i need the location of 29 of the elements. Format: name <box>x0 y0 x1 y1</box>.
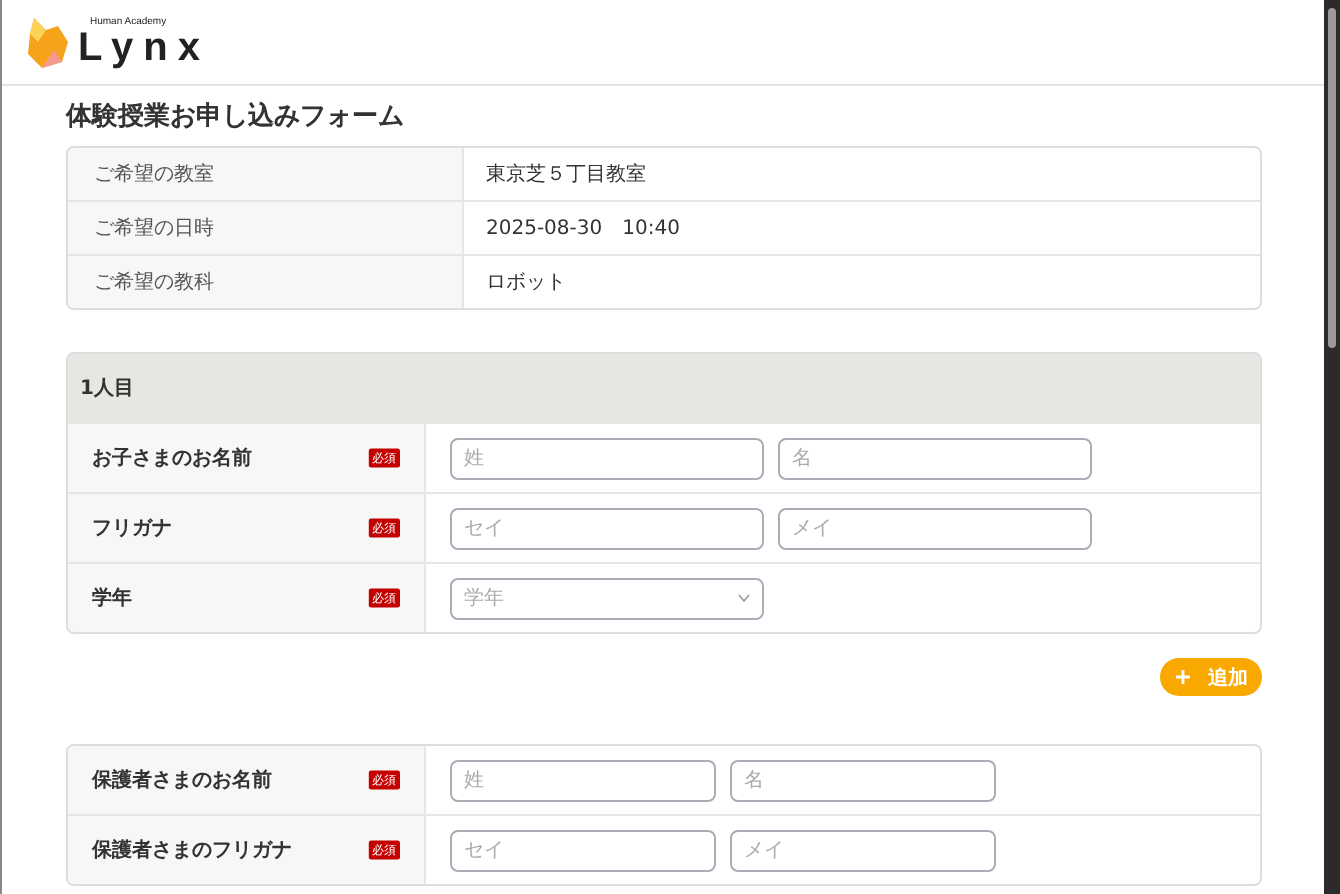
summary-label: ご希望の日時 <box>94 215 214 242</box>
lynx-head-icon <box>26 14 70 70</box>
summary-value: 2025-08-30 10:40 <box>486 216 680 242</box>
summary-label: ご希望の教科 <box>94 269 214 296</box>
field-label: フリガナ <box>92 516 172 542</box>
summary-value: 東京芝５丁目教室 <box>486 161 646 188</box>
text-field[interactable]: メイ <box>730 829 996 871</box>
field-label: 保護者さまのお名前 <box>92 767 272 794</box>
text-field[interactable]: 姓 <box>450 437 764 479</box>
add-button[interactable]: 追加 <box>1160 658 1262 696</box>
plus-icon <box>1176 670 1190 684</box>
page-title: 体験授業お申し込みフォーム <box>66 99 406 134</box>
field-label: お子さまのお名前 <box>92 445 252 472</box>
grade-select[interactable]: 学年 <box>450 577 764 619</box>
text-field[interactable]: 名 <box>778 437 1092 479</box>
text-field[interactable]: セイ <box>450 829 716 871</box>
section-heading: 1人目 <box>80 375 134 402</box>
field-label: 保護者さまのフリガナ <box>92 837 292 864</box>
logo-wordmark: Lynx <box>78 28 210 68</box>
text-field[interactable]: セイ <box>450 507 764 549</box>
chevron-down-icon <box>738 594 750 602</box>
summary-label: ご希望の教室 <box>94 161 214 188</box>
text-field[interactable]: 姓 <box>450 759 716 801</box>
summary-value: ロボット <box>486 270 566 296</box>
scrollbar[interactable] <box>1324 0 1340 894</box>
text-field[interactable]: メイ <box>778 507 1092 549</box>
text-field[interactable]: 名 <box>730 759 996 801</box>
scrollbar-thumb[interactable] <box>1328 8 1336 348</box>
field-label: 学年 <box>92 585 132 612</box>
